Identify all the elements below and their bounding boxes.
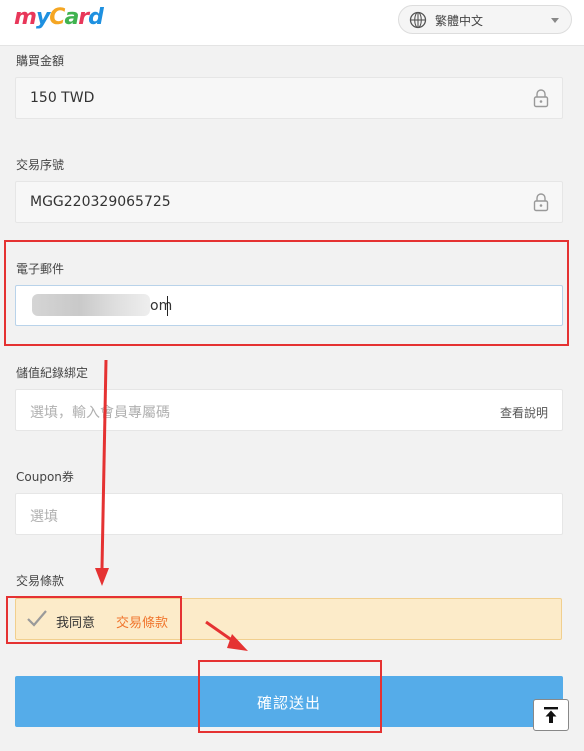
email-label: 電子郵件 [16,262,65,276]
amount-field: 150 TWD [15,77,563,119]
back-to-top-button[interactable] [533,699,569,731]
agree-text: 我同意 [56,616,96,631]
coupon-label: Coupon券 [16,470,74,484]
lock-icon [533,89,549,108]
order-number-label: 交易序號 [16,158,65,172]
email-visible-tail: om [150,298,173,314]
top-bar: myCard 繁體中文 [0,0,584,46]
submit-button[interactable]: 確認送出 [15,676,563,727]
arrow-head-terms [95,568,109,586]
back-to-top-icon [544,707,558,723]
order-number-value: MGG220329065725 [30,194,171,210]
submit-label: 確認送出 [256,694,321,712]
text-cursor [167,296,168,316]
terms-agree-checkbox[interactable]: 我同意 交易條款 [15,598,562,640]
redacted-email [32,294,150,316]
view-help-link[interactable]: 查看說明 [500,404,548,421]
amount-value: 150 TWD [30,90,95,106]
coupon-placeholder: 選填 [30,509,58,525]
order-number-field: MGG220329065725 [15,181,563,223]
terms-label: 交易條款 [16,574,65,588]
lock-icon [533,193,549,212]
language-selector[interactable]: 繁體中文 [398,5,572,34]
mycard-logo[interactable]: myCard [14,5,104,30]
email-input[interactable]: om [15,285,563,326]
terms-link[interactable]: 交易條款 [116,612,168,631]
amount-label: 購買金額 [16,54,65,68]
language-label: 繁體中文 [435,14,484,28]
binding-placeholder: 選填，輸入會員專屬碼 [30,405,170,421]
binding-label: 儲值紀錄綁定 [16,366,89,380]
binding-input[interactable]: 選填，輸入會員專屬碼 查看說明 [15,389,563,431]
coupon-input[interactable]: 選填 [15,493,563,535]
check-icon [27,610,47,627]
chevron-down-icon [551,18,559,23]
globe-icon [409,11,427,29]
